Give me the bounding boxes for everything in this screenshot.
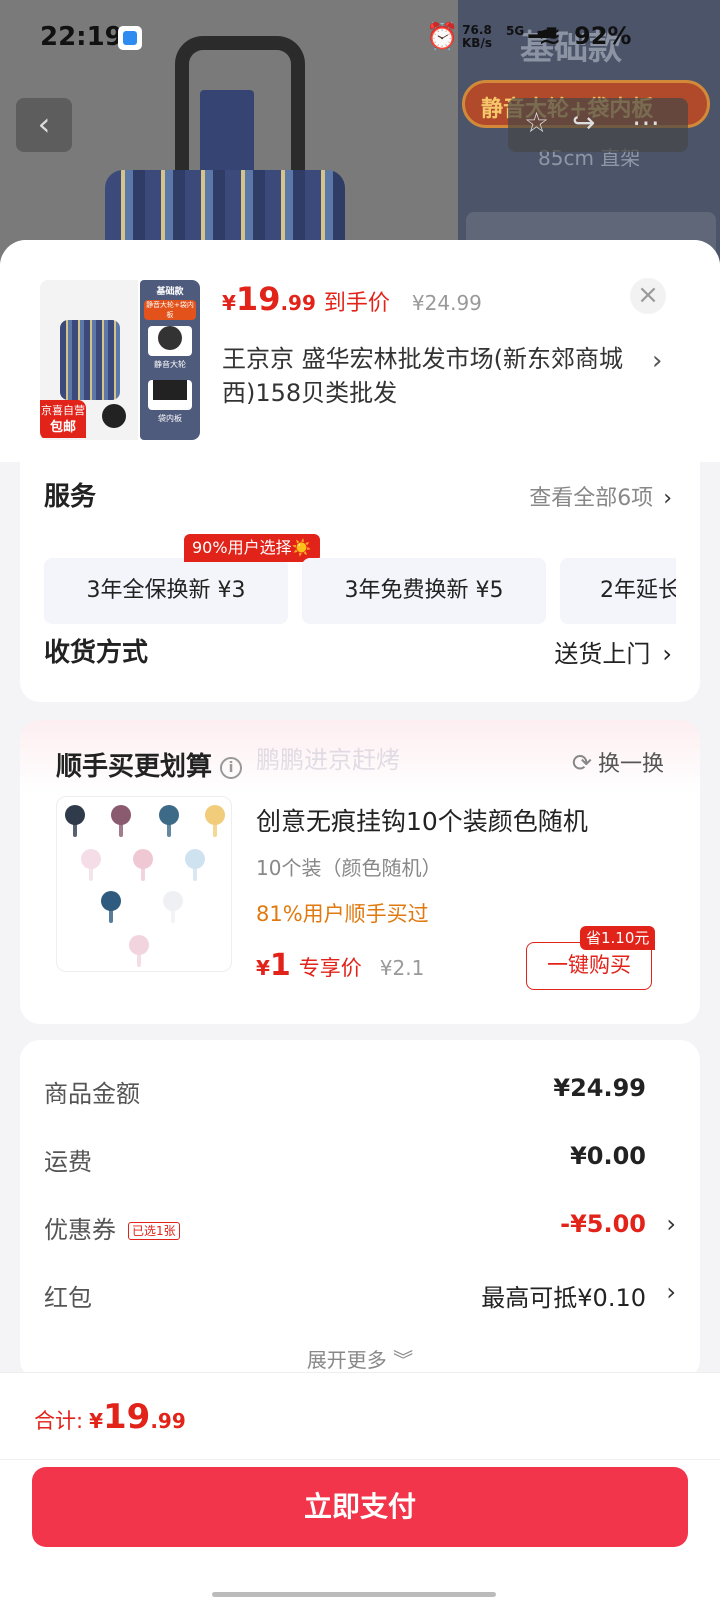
savings-tag: 省1.10元 [580,926,656,950]
close-button[interactable]: × [630,278,666,314]
info-icon[interactable]: i [220,756,243,779]
hook-pink [133,849,153,881]
hook-blue [185,849,205,881]
coupon-label: 优惠券 已选1张 [44,1210,180,1245]
service-option[interactable]: 3年全保换新 ¥3 [44,558,288,624]
swap-button[interactable]: ⟳ 换一换 [572,746,664,778]
upsell-original-price: ¥2.1 [379,956,425,980]
delivery-address[interactable]: 王京京 盛华宏林批发市场(新东郊商城西)158贝类批发 [222,342,642,410]
service-option[interactable]: 2年延长保修 [560,558,676,624]
services-card: 服务 查看全部6项 › 3年全保换新 ¥3 90%用户选择☀️ 3年免费换新 ¥5… [20,462,700,702]
chevron-right-icon[interactable]: › [666,1210,676,1238]
self-operated-badge: 京喜自营 包邮 [40,400,86,438]
notification-app-icon [118,26,142,50]
goods-amount-value: ¥24.99 [553,1074,646,1102]
coupon-row[interactable]: 优惠券 已选1张 -¥5.00 › [44,1210,676,1250]
wifi-icon: ≋ [538,20,562,53]
thumb-bag-graphic [60,320,120,400]
hook-dark [65,805,85,837]
goods-amount-row: 商品金额 ¥24.99 [44,1074,676,1114]
top-actions: ☆ ↪ ⋯ [508,98,688,152]
divider [0,1459,720,1460]
favorite-star-icon[interactable]: ☆ [524,106,549,139]
hook-mauve [111,805,131,837]
upsell-price: ¥1 专享价 ¥2.1 [256,948,425,983]
hook-navy [101,891,121,923]
sheet-header: 京喜自营 包邮 基础款 静音大轮+袋内板 静音大轮 袋内板 ¥19.99 到手价 ¥… [0,240,720,462]
goods-amount-label: 商品金额 [44,1080,140,1108]
shipping-label: 运费 [44,1148,92,1176]
status-time: 22:19 [40,22,123,52]
back-button[interactable]: ‹ [16,98,72,152]
upsell-popularity: 81%用户顺手买过 [256,902,429,926]
thumb-wheel-graphic [102,404,126,428]
alarm-icon: ⏰ [426,22,459,52]
net-speed: 76.8 KB/s [462,23,492,50]
view-all-services[interactable]: 查看全部6项 › [529,480,672,512]
upsell-card: 顺手买更划算 i 鹏鹏进京赶烤 ⟳ 换一换 创意无痕挂钩10个装颜色随机 10个装（… [20,720,700,1024]
coupon-value: -¥5.00 [560,1210,646,1238]
hook-teal [159,805,179,837]
home-indicator[interactable] [212,1592,496,1597]
more-icon[interactable]: ⋯ [632,106,660,139]
hook-white [163,891,183,923]
hook-yellow [205,805,225,837]
upsell-product-name[interactable]: 创意无痕挂钩10个装颜色随机 [256,802,588,838]
shipping-value: ¥0.00 [570,1142,646,1170]
chevron-right-icon[interactable]: › [652,346,662,376]
hooks-product-image[interactable] [56,796,232,972]
redpacket-value: 最高可抵¥0.10 [481,1284,646,1312]
expand-more-button[interactable]: 展开更多 ︾ [20,1344,700,1373]
pay-now-button[interactable]: 立即支付 [32,1467,688,1547]
final-price: ¥19.99 到手价 ¥24.99 [222,280,482,318]
services-title: 服务 [44,482,97,512]
hook-pink [81,849,101,881]
delivery-method-label: 收货方式 [44,638,149,668]
thumb-variant-panel: 基础款 静音大轮+袋内板 静音大轮 袋内板 [140,280,200,440]
thumb-board-icon [148,380,192,410]
order-summary-card: 商品金额 ¥24.99 运费 ¥0.00 优惠券 已选1张 -¥5.00 › 红包… [20,1040,700,1380]
watermark: 鹏鹏进京赶烤 [256,746,400,774]
chevron-right-icon: › [662,640,672,668]
final-price-label: 到手价 [323,291,390,316]
original-price: ¥24.99 [411,291,482,315]
service-options: 3年全保换新 ¥3 90%用户选择☀️ 3年免费换新 ¥5 2年延长保修 [44,530,676,640]
battery-level: 92% [574,22,632,50]
shipping-row: 运费 ¥0.00 [44,1142,676,1182]
hook-pink [129,935,149,967]
checkout-bar: 合计: ¥19.99 立即支付 [0,1372,720,1600]
refresh-icon: ⟳ [571,749,592,777]
upsell-title: 顺手买更划算 i [56,746,243,783]
redpacket-row[interactable]: 红包 最高可抵¥0.10 › [44,1278,676,1318]
coupon-selected-tag: 已选1张 [128,1222,180,1240]
product-thumbnail: 京喜自营 包邮 基础款 静音大轮+袋内板 静音大轮 袋内板 [40,280,200,440]
thumb-wheel-icon [148,326,192,356]
popular-badge: 90%用户选择☀️ [184,534,320,562]
total-amount: 合计: ¥19.99 [34,1397,186,1437]
delivery-method-value[interactable]: 送货上门 › [554,634,672,669]
service-option[interactable]: 3年免费换新 ¥5 [302,558,546,624]
share-icon[interactable]: ↪ [572,106,595,139]
chevron-right-icon: › [663,486,672,511]
upsell-product-spec: 10个装（颜色随机） [256,856,442,880]
status-bar: 22:19 ⏰ 76.8 KB/s 5G ▂▄▆ ≋ 92% [0,0,720,76]
redpacket-label: 红包 [44,1284,92,1312]
chevron-right-icon[interactable]: › [666,1278,676,1306]
